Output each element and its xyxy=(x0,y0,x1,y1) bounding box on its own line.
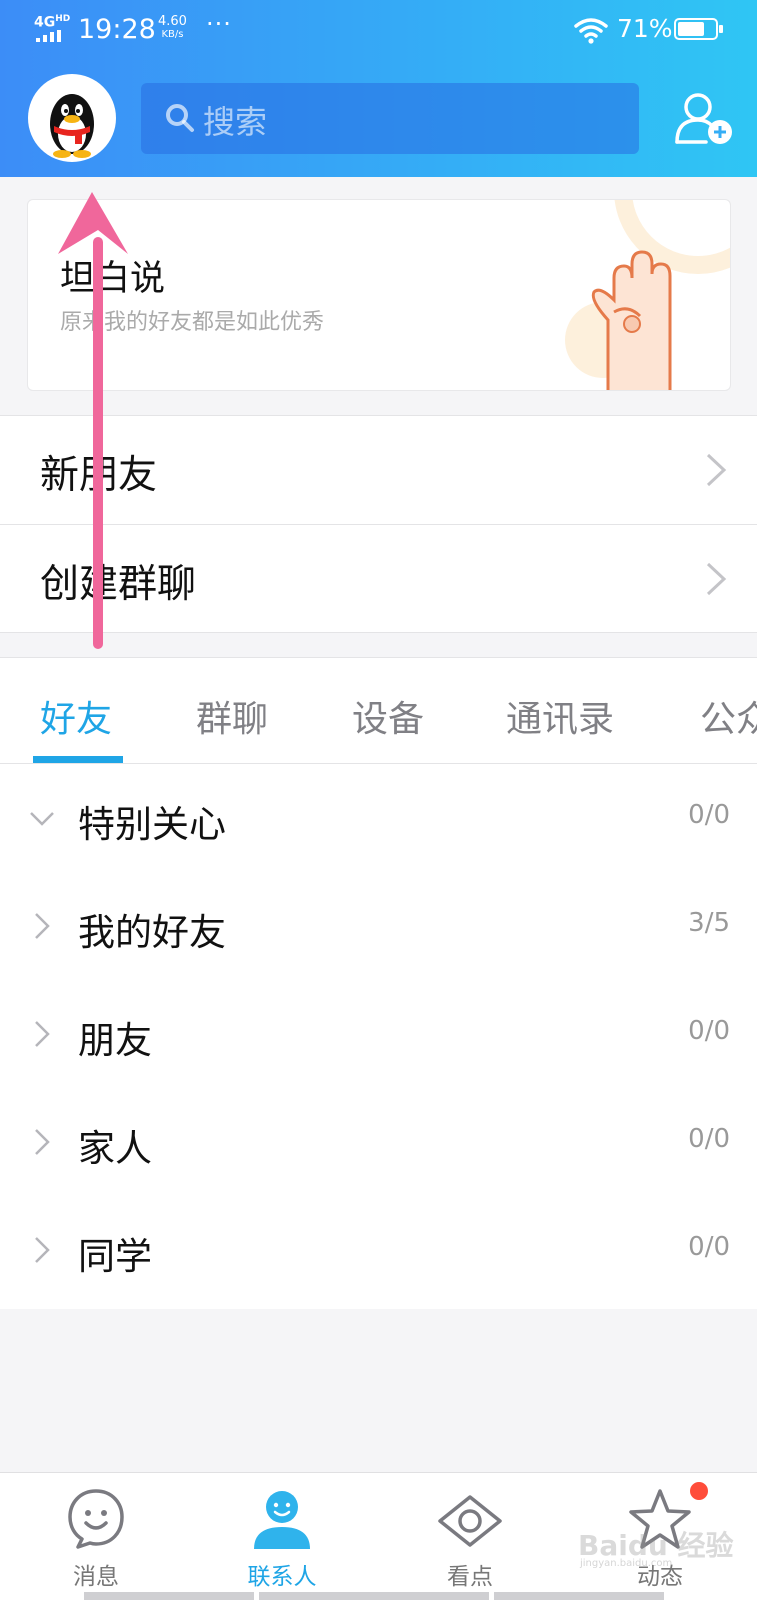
status-bar: 4GHD 19:28 4.60 KB/s ··· 71% xyxy=(0,0,757,60)
group-name: 我的好友 xyxy=(78,911,226,954)
nav-contacts[interactable]: 联系人 xyxy=(192,1473,372,1600)
tab-friends[interactable]: 好友 xyxy=(40,690,112,742)
top-header: 4GHD 19:28 4.60 KB/s ··· 71% 搜索 xyxy=(0,0,757,177)
group-name: 特别关心 xyxy=(78,803,226,846)
smile-chat-icon xyxy=(68,1489,124,1549)
chevron-right-icon xyxy=(706,562,727,596)
group-name: 朋友 xyxy=(78,1019,152,1062)
group-name: 同学 xyxy=(78,1235,152,1278)
penguin-avatar-icon xyxy=(50,94,94,158)
group-count: 0/0 xyxy=(688,800,730,830)
add-friend-icon[interactable] xyxy=(674,90,734,146)
group-row-my-friends[interactable]: 我的好友 3/5 xyxy=(0,872,757,980)
nav-label: 联系人 xyxy=(247,1564,317,1590)
nav-watch[interactable]: 看点 xyxy=(380,1473,560,1600)
user-avatar[interactable] xyxy=(28,74,116,162)
active-tab-indicator xyxy=(33,756,123,763)
signal-icon xyxy=(36,30,66,42)
eye-icon xyxy=(438,1495,502,1547)
network-speed: 4.60 KB/s xyxy=(158,14,187,40)
tab-groups[interactable]: 群聊 xyxy=(196,690,268,742)
chevron-right-icon xyxy=(35,1021,50,1047)
gesture-strip xyxy=(494,1592,664,1600)
group-row-friends[interactable]: 朋友 0/0 xyxy=(0,980,757,1088)
chevron-right-icon xyxy=(35,1237,50,1263)
person-icon xyxy=(254,1491,310,1549)
gesture-strip xyxy=(259,1592,489,1600)
group-row-family[interactable]: 家人 0/0 xyxy=(0,1088,757,1196)
tab-official-accounts[interactable]: 公众号 xyxy=(700,690,757,742)
group-count: 0/0 xyxy=(688,1232,730,1262)
tab-address-book[interactable]: 通讯录 xyxy=(506,690,614,742)
battery-tip xyxy=(719,25,723,33)
group-count: 0/0 xyxy=(688,1016,730,1046)
nav-label: 消息 xyxy=(73,1564,119,1590)
chevron-right-icon xyxy=(35,1129,50,1155)
group-row-classmates[interactable]: 同学 0/0 xyxy=(0,1196,757,1304)
clock: 19:28 xyxy=(78,14,156,45)
search-bar[interactable]: 搜索 xyxy=(141,83,639,154)
contact-tabs: 好友 群聊 设备 通讯录 公众号 xyxy=(0,657,757,764)
activity-badge xyxy=(688,1480,710,1502)
tab-devices[interactable]: 设备 xyxy=(352,690,424,742)
group-count: 0/0 xyxy=(688,1124,730,1154)
group-row-special-care[interactable]: 特别关心 0/0 xyxy=(0,764,757,872)
chevron-right-icon xyxy=(706,453,727,487)
more-notifications-icon: ··· xyxy=(206,10,232,38)
search-icon xyxy=(166,104,194,132)
three-fingers-hand-icon xyxy=(565,200,730,390)
wifi-icon xyxy=(574,18,608,44)
chevron-down-icon xyxy=(30,812,54,826)
baidu-watermark-url: jingyan.baidu.com xyxy=(580,1558,673,1569)
nav-label: 看点 xyxy=(447,1564,493,1590)
chevron-right-icon xyxy=(35,913,50,939)
battery-icon xyxy=(674,18,718,40)
gesture-strip xyxy=(84,1592,254,1600)
annotation-up-arrow xyxy=(58,192,128,649)
nav-messages[interactable]: 消息 xyxy=(6,1473,186,1600)
friend-groups-list: 特别关心 0/0 我的好友 3/5 朋友 0/0 家人 0/0 同学 0/0 xyxy=(0,764,757,1309)
group-name: 家人 xyxy=(78,1127,152,1170)
group-count: 3/5 xyxy=(688,908,730,938)
search-placeholder: 搜索 xyxy=(203,103,268,141)
network-label: 4GHD xyxy=(34,14,71,31)
battery-percent: 71% xyxy=(617,14,673,43)
